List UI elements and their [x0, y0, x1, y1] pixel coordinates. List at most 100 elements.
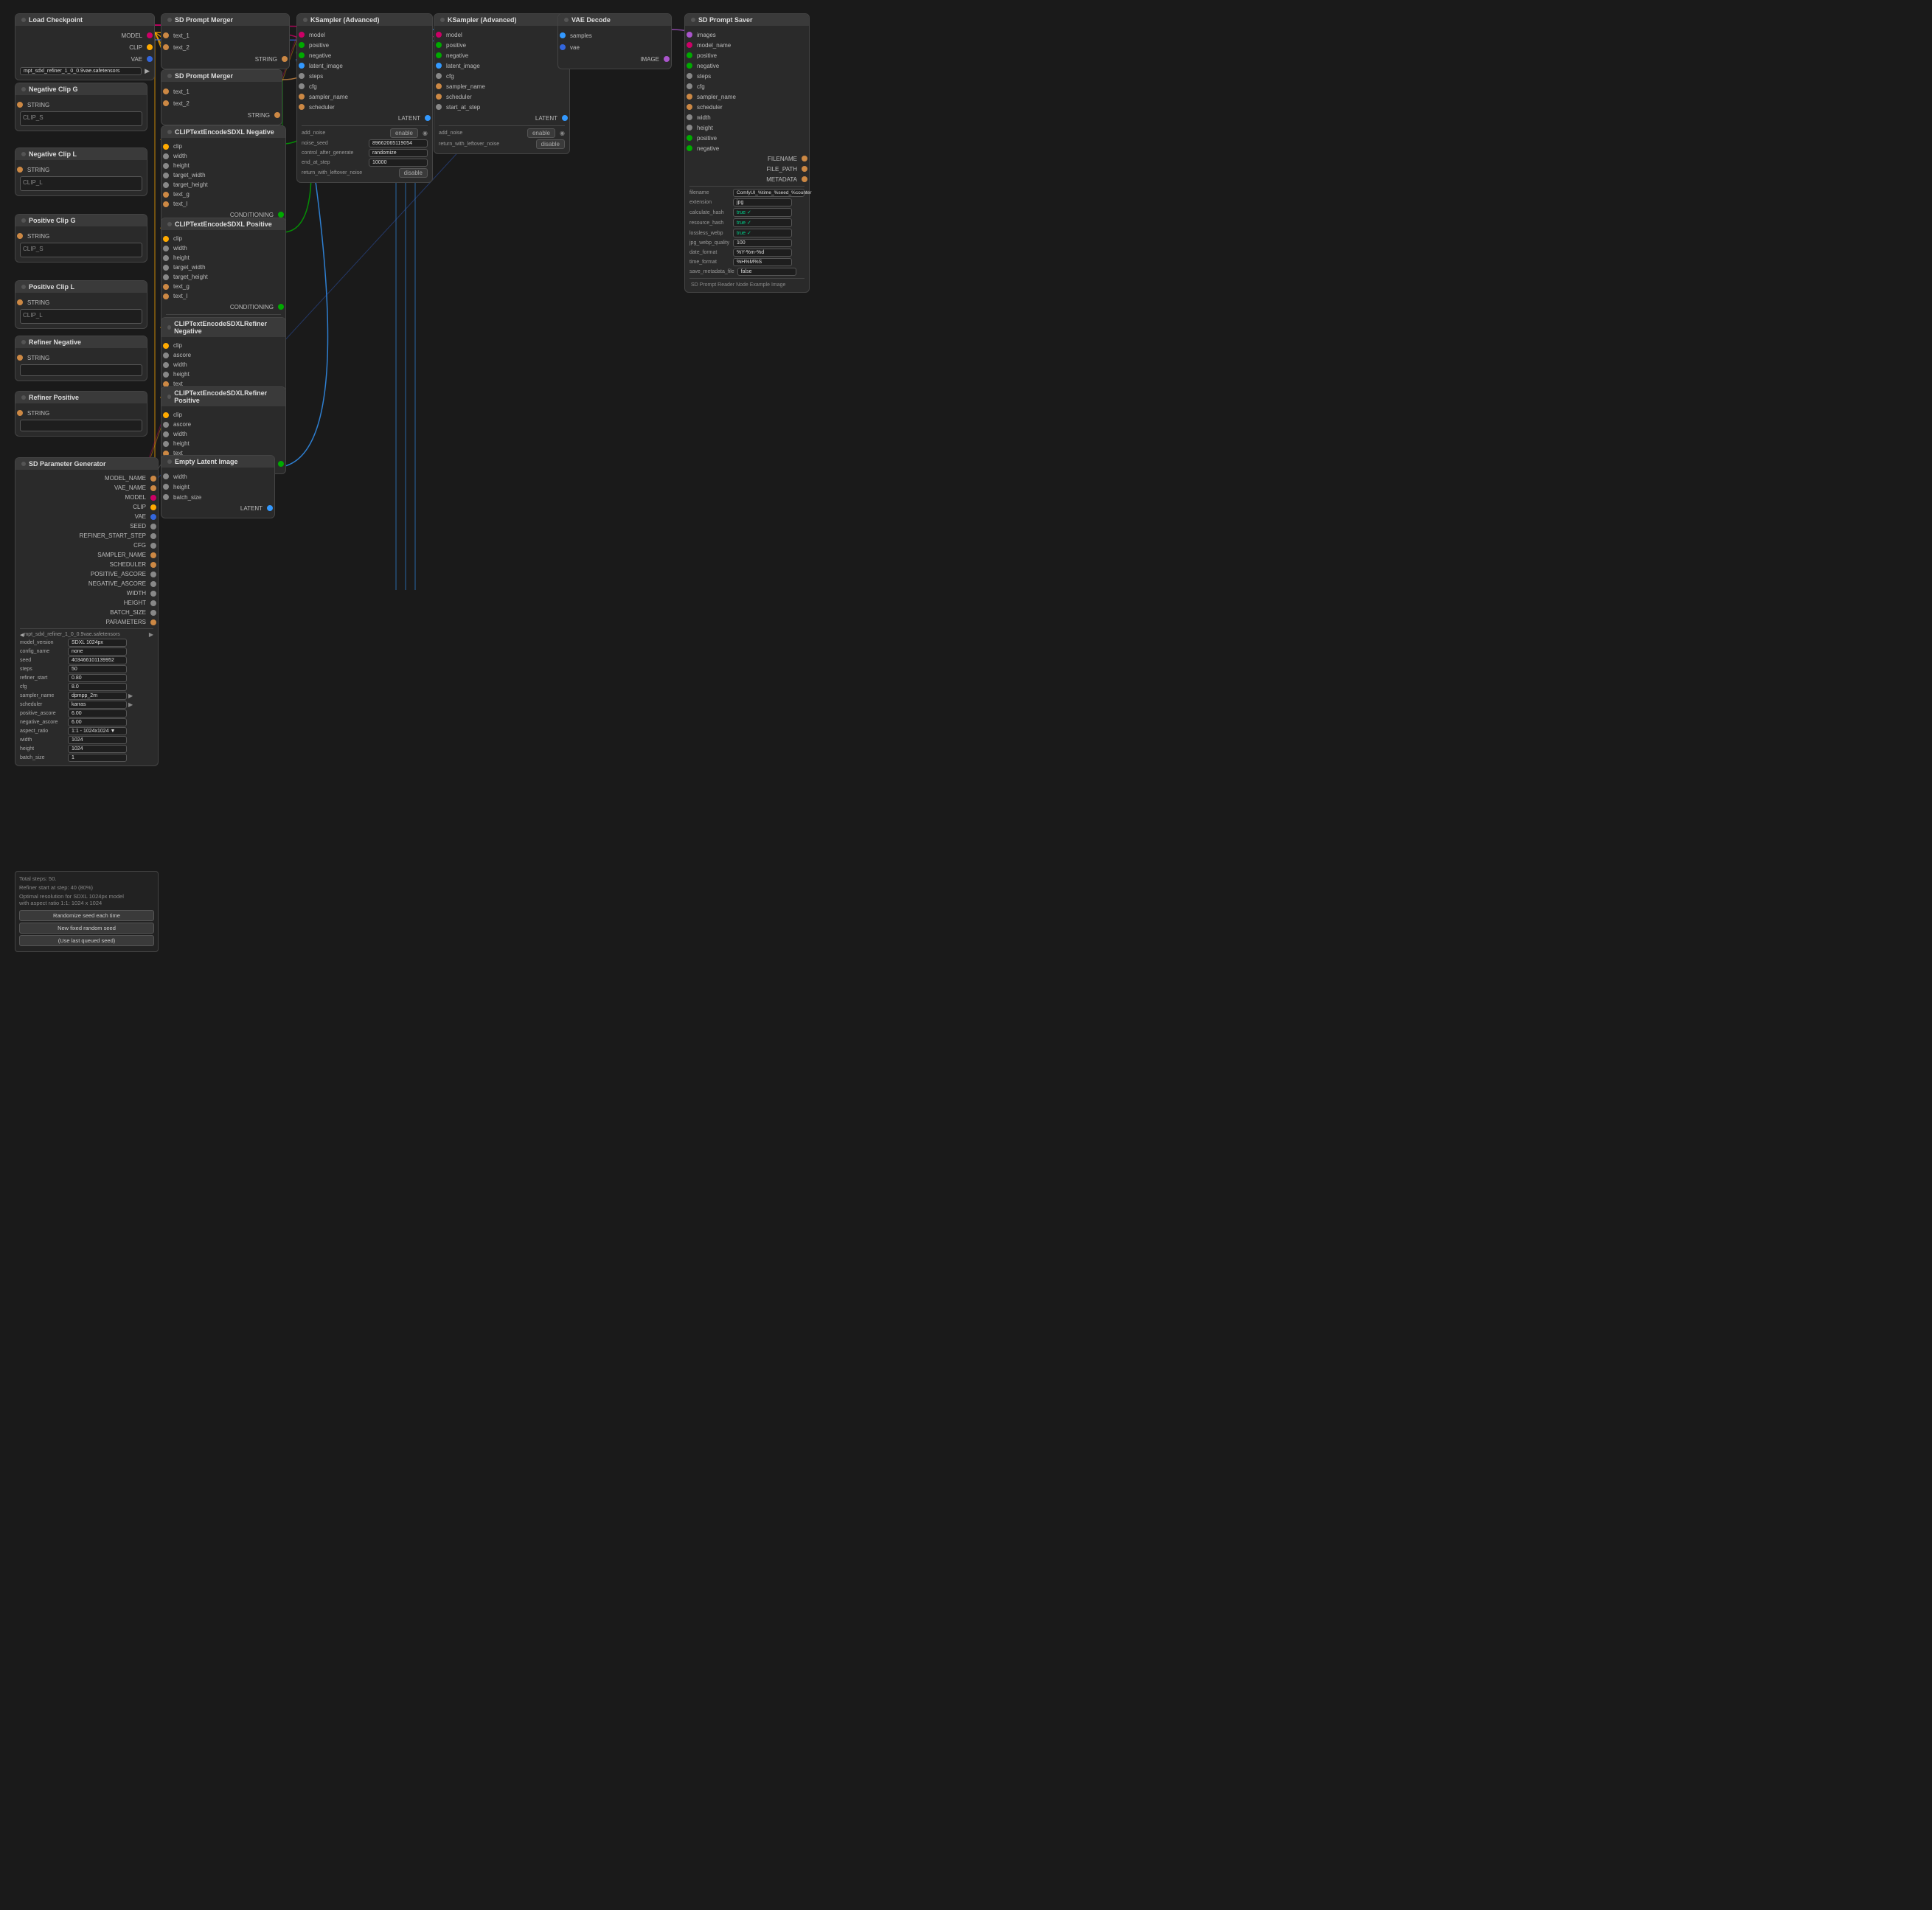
saver-filename-value[interactable]: ComfyUI_%time_%seed_%counter [733, 189, 805, 197]
prompt-merger2-text1-in[interactable] [163, 88, 169, 94]
param-gen-clip-out[interactable] [150, 504, 156, 510]
node-canvas[interactable]: Load Checkpoint MODEL CLIP VAE mpt_sdxl_… [0, 0, 966, 955]
load-checkpoint-vae-out[interactable] [147, 56, 153, 62]
clip-enc-pos-tg-in[interactable] [163, 284, 169, 290]
clip-enc-pos-height-in[interactable] [163, 255, 169, 261]
pos-clip-l-string-in[interactable] [17, 299, 23, 305]
param-gen-seed-out[interactable] [150, 524, 156, 529]
clip-enc-pos-width-in[interactable] [163, 246, 169, 251]
end-at-step-value[interactable]: 10000 [369, 159, 428, 167]
saver-filepath-out[interactable] [802, 166, 807, 172]
saver-steps-in[interactable] [687, 73, 692, 79]
clip-ref-neg-ascore-in[interactable] [163, 353, 169, 358]
param-gen-model-out[interactable] [150, 495, 156, 501]
saver-positive2-in[interactable] [687, 135, 692, 141]
clip-ref-pos-width-in[interactable] [163, 431, 169, 437]
pos-clip-g-text[interactable]: CLIP_S [20, 243, 142, 257]
ksampler1-latent-out[interactable] [425, 115, 431, 121]
clip-ref-neg-width-in[interactable] [163, 362, 169, 368]
ksampler1-cfg-in[interactable] [299, 83, 305, 89]
return-leftover-toggle[interactable]: disable [399, 168, 428, 178]
param-model-version[interactable]: SDXL 1024px [68, 639, 127, 647]
refiner-neg-string-in[interactable] [17, 355, 23, 361]
saver-meta-value[interactable]: false [737, 268, 796, 276]
new-seed-btn[interactable]: New fixed random seed [19, 923, 154, 934]
ksampler2-cfg-in[interactable] [436, 73, 442, 79]
vae-decode-vae-in[interactable] [560, 44, 566, 50]
ksampler1-latent-in[interactable] [299, 63, 305, 69]
noise-seed-value[interactable]: 89662065119054 [369, 139, 428, 147]
neg-clip-l-string-in[interactable] [17, 167, 23, 173]
param-gen-vae-out[interactable] [150, 514, 156, 520]
param-config-name[interactable]: none [68, 647, 127, 656]
neg-clip-g-text[interactable]: CLIP_S [20, 111, 142, 126]
latent-height-in[interactable] [163, 484, 169, 490]
ksampler2-scheduler-in[interactable] [436, 94, 442, 100]
param-gen-negascore-out[interactable] [150, 581, 156, 587]
clip-enc-neg-width-in[interactable] [163, 153, 169, 159]
ksampler2-sampler-in[interactable] [436, 83, 442, 89]
clip-enc-neg-tl-in[interactable] [163, 201, 169, 207]
vae-decode-image-out[interactable] [664, 56, 670, 62]
ksampler2-negative-in[interactable] [436, 52, 442, 58]
vae-decode-samples-in[interactable] [560, 32, 566, 38]
ksampler1-scheduler-in[interactable] [299, 104, 305, 110]
control-after-value[interactable]: randomize [369, 149, 428, 157]
clip-enc-neg-clip-in[interactable] [163, 144, 169, 150]
saver-model-in[interactable] [687, 42, 692, 48]
saver-filename-out[interactable] [802, 156, 807, 162]
clip-enc-pos-th-in[interactable] [163, 274, 169, 280]
latent-latent-out[interactable] [267, 505, 273, 511]
add-noise-toggle[interactable]: enable [390, 128, 418, 138]
ksampler1-negative-in[interactable] [299, 52, 305, 58]
clip-enc-pos-clip-in[interactable] [163, 236, 169, 242]
param-width[interactable]: 1024 [68, 736, 127, 744]
param-height[interactable]: 1024 [68, 745, 127, 753]
ksampler2-positive-in[interactable] [436, 42, 442, 48]
param-steps[interactable]: 50 [68, 665, 127, 673]
param-gen-height-out[interactable] [150, 600, 156, 606]
param-gen-sampler-out[interactable] [150, 552, 156, 558]
latent-width-in[interactable] [163, 473, 169, 479]
saver-images-in[interactable] [687, 32, 692, 38]
param-seed[interactable]: 403466101139952 [68, 656, 127, 664]
param-cfg[interactable]: 8.0 [68, 683, 127, 691]
clip-enc-pos-cond-out[interactable] [278, 304, 284, 310]
clip-enc-neg-th-in[interactable] [163, 182, 169, 188]
param-gen-scheduler-out[interactable] [150, 562, 156, 568]
clip-enc-neg-cond-out[interactable] [278, 212, 284, 218]
refiner-pos-string-in[interactable] [17, 410, 23, 416]
load-checkpoint-clip-out[interactable] [147, 44, 153, 50]
clip-ref-pos-clip-in[interactable] [163, 412, 169, 418]
ksampler2-return-leftover-toggle[interactable]: disable [536, 139, 565, 149]
neg-clip-l-text[interactable]: CLIP_L [20, 176, 142, 191]
ksampler2-model-in[interactable] [436, 32, 442, 38]
prompt-merger-text2-in[interactable] [163, 44, 169, 50]
saver-height-in[interactable] [687, 125, 692, 131]
refiner-neg-text[interactable] [20, 364, 142, 376]
clip-enc-pos-tl-in[interactable] [163, 294, 169, 299]
saver-time-value[interactable]: %H%M%S [733, 258, 792, 266]
checkpoint-model-value[interactable]: mpt_sdxl_refiner_1_0_0.9vae.safetensors [20, 67, 142, 75]
param-gen-vaename-out[interactable] [150, 485, 156, 491]
saver-negative-in[interactable] [687, 63, 692, 69]
clip-ref-neg-clip-in[interactable] [163, 343, 169, 349]
saver-date-value[interactable]: %Y-%m-%d [733, 249, 792, 257]
clip-enc-pos-tw-in[interactable] [163, 265, 169, 271]
neg-clip-g-string-in[interactable] [17, 102, 23, 108]
param-neg-ascore[interactable]: 6.00 [68, 718, 127, 726]
prompt-merger-string-out[interactable] [282, 56, 288, 62]
saver-sampler-in[interactable] [687, 94, 692, 100]
saver-cfg-in[interactable] [687, 83, 692, 89]
clip-enc-neg-height-in[interactable] [163, 163, 169, 169]
refiner-pos-text[interactable] [20, 420, 142, 431]
clip-ref-neg-height-in[interactable] [163, 372, 169, 378]
ksampler1-model-in[interactable] [299, 32, 305, 38]
param-gen-width-out[interactable] [150, 591, 156, 597]
param-aspect-ratio[interactable]: 1:1 - 1024x1024 ▼ [68, 727, 127, 735]
clip-ref-pos-ascore-in[interactable] [163, 422, 169, 428]
ksampler2-startstep-in[interactable] [436, 104, 442, 110]
param-gen-batch-out[interactable] [150, 610, 156, 616]
clip-enc-neg-tw-in[interactable] [163, 173, 169, 178]
last-queued-btn[interactable]: (Use last queued seed) [19, 935, 154, 946]
